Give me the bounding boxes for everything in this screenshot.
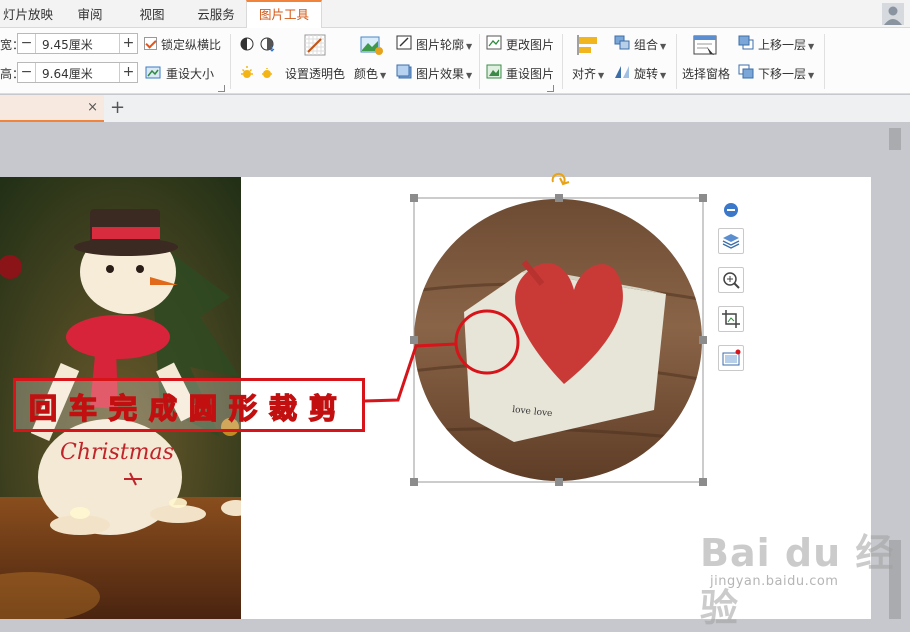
send-backward-icon[interactable] [738, 64, 754, 79]
lock-ratio-checkbox[interactable] [144, 37, 157, 50]
chevron-down-icon: ▼ [660, 71, 667, 80]
send-backward-dropdown[interactable]: 下移一层 ▼ [758, 65, 814, 82]
watermark-url: jingyan.baidu.com [710, 574, 839, 589]
set-transparent-color-button[interactable]: 设置透明色 [285, 65, 345, 82]
chevron-down-icon: ▼ [808, 42, 815, 51]
color-label: 颜色 [354, 67, 379, 81]
crop-button[interactable] [718, 306, 744, 332]
collapse-toolbar-icon[interactable] [723, 202, 739, 218]
decrease-brightness-icon[interactable] [259, 65, 275, 81]
zoom-in-icon [723, 272, 740, 289]
lock-ratio-label[interactable]: 锁定纵横比 [161, 36, 221, 53]
reset-picture-icon[interactable] [486, 64, 502, 79]
reset-picture-button[interactable]: 重设图片 [506, 65, 554, 82]
chevron-down-icon: ▼ [808, 71, 815, 80]
separator [230, 34, 231, 89]
selection-pane-icon[interactable] [693, 35, 717, 57]
height-value[interactable]: 9.64厘米 [42, 65, 93, 82]
selection-pane-button[interactable]: 选择窗格 [682, 65, 730, 82]
snowman-christmas-text: Christmas [60, 440, 174, 465]
annotation-caption: 回车完成圆形裁剪 [28, 391, 349, 426]
reset-size-icon[interactable] [145, 64, 161, 80]
picture-effect-label: 图片效果 [416, 67, 465, 81]
tab-cloud-service[interactable]: 云服务 [190, 0, 242, 28]
picture-frame-icon [722, 349, 741, 366]
chevron-down-icon: ▼ [466, 71, 473, 80]
rotate-label: 旋转 [634, 67, 659, 81]
group-label: 组合 [634, 38, 659, 52]
picture-effect-dropdown[interactable]: 图片效果 ▼ [416, 65, 472, 82]
user-avatar-icon[interactable] [882, 3, 904, 25]
group-icon[interactable] [614, 35, 630, 50]
align-icon[interactable] [577, 34, 599, 56]
picture-frame-button[interactable] [718, 345, 744, 371]
tab-picture-tools[interactable]: 图片工具 [246, 0, 322, 29]
close-tab-icon[interactable]: × [87, 100, 98, 115]
picture-outline-icon[interactable] [396, 35, 412, 50]
bring-forward-dropdown[interactable]: 上移一层 ▼ [758, 36, 814, 53]
annotation-callout [363, 309, 520, 403]
color-dropdown[interactable]: 颜色 ▼ [354, 65, 386, 82]
annotation-caption-box: 回车完成圆形裁剪 [13, 378, 365, 432]
reset-size-button[interactable]: 重设大小 [166, 65, 214, 82]
height-decrease-button[interactable]: − [18, 63, 36, 82]
picture-color-icon[interactable] [360, 34, 384, 56]
separator [479, 34, 480, 89]
chevron-down-icon: ▼ [380, 71, 387, 80]
picture-effect-icon[interactable] [396, 64, 412, 79]
chevron-down-icon: ▼ [660, 42, 667, 51]
tab-view[interactable]: 视图 [132, 0, 172, 28]
document-tab[interactable]: × [0, 95, 104, 122]
align-label: 对齐 [572, 67, 597, 81]
layers-button[interactable] [718, 228, 744, 254]
height-increase-button[interactable]: + [119, 63, 137, 82]
width-increase-button[interactable]: + [119, 34, 137, 53]
set-transparent-color-icon[interactable] [304, 34, 326, 56]
layers-icon [722, 234, 740, 249]
separator [824, 34, 825, 89]
picture-tools-ribbon: 宽： − 9.45厘米 + 高： − 9.64厘米 + 锁定纵横比 重设大小 设… [0, 28, 910, 94]
height-stepper[interactable]: − 9.64厘米 + [17, 62, 138, 83]
scrollbar-top-segment[interactable] [889, 128, 901, 150]
increase-brightness-icon[interactable] [239, 65, 255, 81]
document-tab-strip: × + [0, 95, 910, 122]
width-decrease-button[interactable]: − [18, 34, 36, 53]
size-dialog-launcher[interactable] [218, 85, 225, 92]
picture-dialog-launcher[interactable] [547, 85, 554, 92]
change-picture-icon[interactable] [486, 35, 502, 50]
decrease-contrast-icon[interactable] [259, 36, 275, 52]
separator [676, 34, 677, 89]
chevron-down-icon: ▼ [466, 42, 473, 51]
rotate-icon[interactable] [614, 64, 630, 79]
group-dropdown[interactable]: 组合 ▼ [634, 36, 666, 53]
tab-review[interactable]: 审阅 [70, 0, 110, 28]
increase-contrast-icon[interactable] [239, 36, 255, 52]
width-value[interactable]: 9.45厘米 [42, 36, 93, 53]
separator [562, 34, 563, 89]
bring-forward-icon[interactable] [738, 35, 754, 50]
crop-icon [722, 310, 740, 328]
picture-outline-dropdown[interactable]: 图片轮廓 ▼ [416, 36, 472, 53]
align-dropdown[interactable]: 对齐 ▼ [572, 65, 604, 82]
zoom-button[interactable] [718, 267, 744, 293]
chevron-down-icon: ▼ [598, 71, 605, 80]
change-picture-button[interactable]: 更改图片 [506, 36, 554, 53]
new-tab-button[interactable]: + [110, 97, 125, 118]
rotate-dropdown[interactable]: 旋转 ▼ [634, 65, 666, 82]
picture-outline-label: 图片轮廓 [416, 38, 465, 52]
tab-slideshow[interactable]: 灯片放映 [0, 0, 56, 28]
send-backward-label: 下移一层 [758, 67, 807, 81]
ribbon-tab-bar: 灯片放映 审阅 视图 云服务 图片工具 [0, 0, 910, 29]
width-stepper[interactable]: − 9.45厘米 + [17, 33, 138, 54]
bring-forward-label: 上移一层 [758, 38, 807, 52]
